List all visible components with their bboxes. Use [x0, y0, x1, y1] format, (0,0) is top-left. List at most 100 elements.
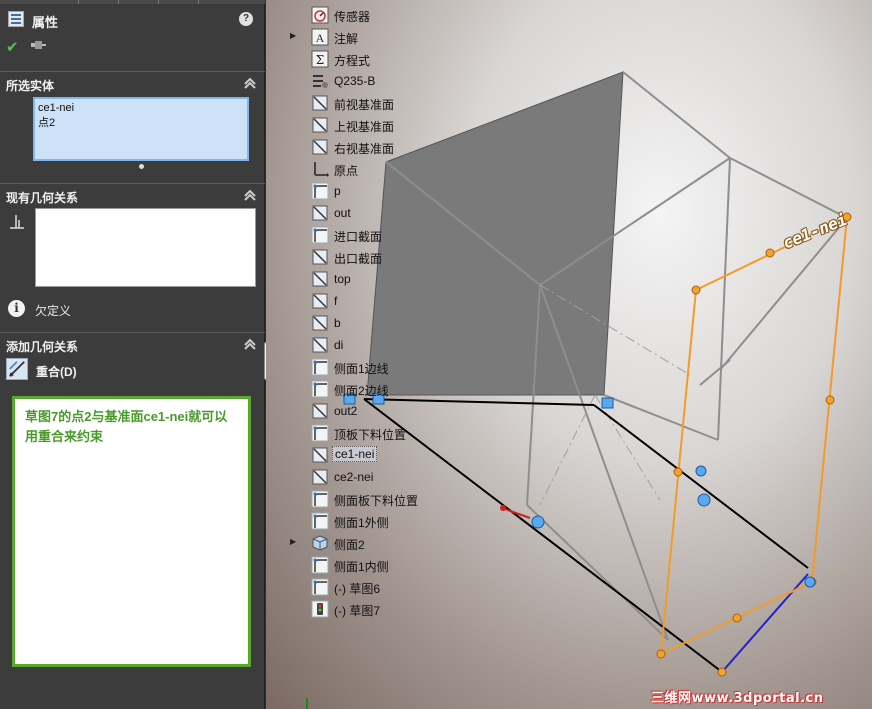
tree-item[interactable]: out2 [290, 400, 460, 422]
tree-item[interactable]: di [290, 334, 460, 356]
tree-item-label: 传感器 [334, 10, 371, 24]
tree-item[interactable]: 右视基准面 [290, 136, 460, 158]
sketch-icon [311, 578, 329, 596]
tree-item[interactable]: (-) 草图6 [290, 576, 460, 598]
watermark: 三维网www.3dportal.cn [651, 691, 824, 706]
status-text: 欠定义 [35, 304, 72, 318]
tree-item[interactable]: Σ 方程式 [290, 48, 460, 70]
highlighted-plane [659, 215, 849, 656]
plane-icon [311, 446, 329, 464]
info-icon: i [8, 300, 25, 317]
tree-item[interactable]: 顶板下料位置 [290, 422, 460, 444]
tree-item-label: 侧面2 [334, 538, 365, 552]
tree-item-label: b [334, 316, 341, 330]
svg-text:A: A [316, 31, 325, 45]
tree-item[interactable]: 出口截面 [290, 246, 460, 268]
existing-relations-header[interactable]: 现有几何关系 [0, 183, 265, 207]
tree-item-label: 出口截面 [334, 252, 383, 266]
selected-entities-header[interactable]: 所选实体 [0, 71, 265, 95]
tree-item-label: (-) 草图6 [334, 582, 380, 596]
tree-item[interactable]: (-) 草图7 [290, 598, 460, 620]
coincident-icon [6, 358, 28, 380]
tree-item-label: out [334, 206, 351, 220]
resize-handle[interactable] [139, 164, 144, 169]
part-icon [311, 534, 329, 552]
tree-item[interactable]: ce2-nei [290, 466, 460, 488]
equation-icon: Σ [311, 50, 329, 68]
expand-arrow-icon[interactable]: ▶ [290, 31, 298, 41]
expand-arrow-icon[interactable]: ▶ [290, 537, 298, 547]
sketch-icon [311, 358, 329, 376]
tree-item-label: 方程式 [334, 54, 371, 68]
help-icon[interactable]: ? [239, 12, 253, 26]
sketch-icon [311, 424, 329, 442]
ok-check-icon[interactable]: ✔ [6, 38, 19, 56]
sketch-icon [311, 556, 329, 574]
plane-icon [311, 270, 329, 288]
existing-relations-list[interactable] [35, 208, 256, 287]
blue-sketch-line [721, 573, 809, 673]
collapse-chevron-icon[interactable] [243, 188, 257, 202]
tree-item[interactable]: b [290, 312, 460, 334]
list-item[interactable]: ce1-nei [38, 101, 244, 116]
tree-item-label: 进口截面 [334, 230, 383, 244]
tree-item[interactable]: ▶ 侧面2 [290, 532, 460, 554]
tree-item-label: 顶板下料位置 [334, 428, 407, 442]
tree-item-label: ce1-nei [332, 446, 378, 462]
panel-tab-strip[interactable] [0, 0, 265, 4]
sketch-icon [311, 380, 329, 398]
collapse-chevron-icon[interactable] [243, 76, 257, 90]
tree-item[interactable]: 传感器 [290, 4, 460, 26]
sketch-edit-icon [311, 600, 329, 618]
tree-item[interactable]: 进口截面 [290, 224, 460, 246]
tree-item-label: 侧面1内侧 [334, 560, 389, 574]
sketch-icon [311, 512, 329, 530]
tree-item-label: 注解 [334, 32, 359, 46]
tree-item[interactable]: out [290, 202, 460, 224]
tree-item-label: 侧面板下料位置 [334, 494, 419, 508]
tree-item-label: 侧面1边线 [334, 362, 389, 376]
plane-icon [311, 138, 329, 156]
sketch-icon [311, 490, 329, 508]
plane-icon [311, 94, 329, 112]
tree-item[interactable]: 侧面1边线 [290, 356, 460, 378]
pushpin-icon[interactable] [30, 39, 46, 51]
tree-item-label: out2 [334, 404, 358, 418]
relation-icon [10, 215, 24, 229]
tree-item[interactable]: f [290, 290, 460, 312]
selected-entities-title: 所选实体 [6, 79, 55, 93]
list-item[interactable]: 点2 [38, 116, 244, 131]
tree-item[interactable]: ce1-nei [290, 444, 460, 466]
tree-item[interactable]: 上视基准面 [290, 114, 460, 136]
plane-icon [311, 468, 329, 486]
plane-icon [311, 314, 329, 332]
coincident-button[interactable]: 重合(D) [6, 358, 206, 380]
svg-text:Σ: Σ [316, 53, 324, 67]
tree-item-label: di [334, 338, 344, 352]
tree-item[interactable]: 侧面1外侧 [290, 510, 460, 532]
tree-item-label: 原点 [334, 164, 359, 178]
tree-item[interactable]: ▶ A 注解 [290, 26, 460, 48]
annotation-note: 草图7的点2与基准面ce1-nei就可以用重合来约束 [12, 396, 251, 667]
tree-item[interactable]: p [290, 180, 460, 202]
plane-icon [311, 248, 329, 266]
tree-item[interactable]: Q235-B [290, 70, 460, 92]
tree-item[interactable]: top [290, 268, 460, 290]
selected-entities-list[interactable]: ce1-nei 点2 [33, 97, 249, 161]
tree-item-label: ce2-nei [334, 470, 374, 484]
tree-item[interactable]: 侧面1内侧 [290, 554, 460, 576]
tree-item-label: f [334, 294, 338, 308]
tree-item[interactable]: 前视基准面 [290, 92, 460, 114]
panel-title: 属性 [32, 15, 59, 30]
collapse-chevron-icon[interactable] [243, 337, 257, 351]
property-manager-icon [8, 11, 24, 27]
sketch-icon [311, 182, 329, 200]
plane-icon [311, 204, 329, 222]
ok-row: ✔ [0, 38, 265, 58]
tree-item[interactable]: 侧面2边线 [290, 378, 460, 400]
tree-item[interactable]: 原点 [290, 158, 460, 180]
add-relations-header[interactable]: 添加几何关系 [0, 332, 265, 356]
tree-item[interactable]: 侧面板下料位置 [290, 488, 460, 510]
tree-item-label: (-) 草图7 [334, 604, 380, 618]
plane-icon [311, 402, 329, 420]
